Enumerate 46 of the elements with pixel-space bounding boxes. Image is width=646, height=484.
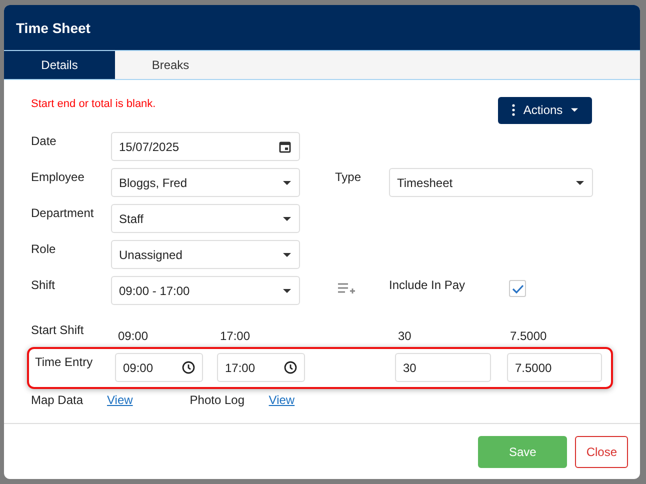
time-field[interactable]: 17:00 <box>217 353 305 382</box>
break-field[interactable]: 30 <box>395 353 491 382</box>
dropdown-field[interactable]: Staff <box>111 204 300 233</box>
total-field[interactable]: 7.5000 <box>507 353 602 382</box>
caret-icon <box>576 180 584 184</box>
clock-icon <box>284 361 297 374</box>
total-value: 7.5000 <box>509 328 548 343</box>
caret-icon <box>283 180 291 184</box>
actions-button[interactable]: Actions <box>498 96 592 124</box>
time-value: 17:00 <box>219 328 252 343</box>
clock-icon <box>182 361 195 374</box>
caret-icon <box>283 288 291 292</box>
time-field[interactable]: 09:00 <box>115 353 203 382</box>
time-value: 09:00 <box>117 328 150 343</box>
dropdown-field[interactable]: Unassigned <box>111 240 300 269</box>
close-button[interactable]: Close <box>575 436 628 468</box>
view-link[interactable]: View <box>268 393 295 407</box>
caret-icon <box>283 216 291 220</box>
field-label: Employee <box>31 169 86 184</box>
field-label: Include In Pay <box>389 277 466 292</box>
error-message: Start end or total is blank. <box>31 98 156 110</box>
field-label: Role <box>31 241 57 256</box>
checkbox[interactable] <box>509 280 526 297</box>
calendar-icon <box>279 140 291 152</box>
date-field[interactable]: 15/07/2025 <box>111 132 300 161</box>
tab[interactable]: Breaks <box>115 51 226 79</box>
field-label: Shift <box>31 277 56 292</box>
field-label: Photo Log <box>190 393 246 407</box>
window-title: Time Sheet <box>16 20 90 36</box>
field-label: Department <box>31 205 95 220</box>
view-link[interactable]: View <box>107 393 133 407</box>
field-label: Start Shift <box>31 322 85 337</box>
dropdown-field[interactable]: Bloggs, Fred <box>111 168 300 197</box>
field-label: Time Entry <box>35 354 94 369</box>
break-value: 30 <box>397 328 412 343</box>
dropdown-field[interactable]: 09:00 - 17:00 <box>111 276 300 305</box>
add-list-icon[interactable] <box>338 283 355 295</box>
tab[interactable]: Details <box>4 51 115 79</box>
kebab-icon <box>512 104 516 116</box>
field-label: Map Data <box>31 393 84 407</box>
field-label: Date <box>31 133 58 148</box>
caret-icon <box>283 252 291 256</box>
check-icon <box>512 284 524 294</box>
field-label: Type <box>335 169 362 184</box>
dropdown-field[interactable]: Timesheet <box>389 168 593 197</box>
caret-icon <box>570 108 578 112</box>
